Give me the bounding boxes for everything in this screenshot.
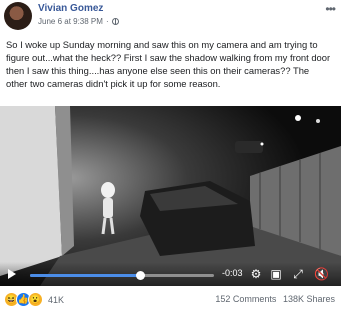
post-footer: 😆 👍 😮 41K 152 Comments 138K Shares [4, 290, 337, 310]
avatar[interactable] [4, 2, 32, 30]
settings-icon[interactable]: ⚙ [249, 267, 263, 281]
post-stats: 152 Comments 138K Shares [211, 294, 335, 304]
reaction-count[interactable]: 41K [48, 295, 64, 305]
fullscreen-icon[interactable]: ⤢ [291, 267, 305, 281]
video-frame [0, 106, 341, 286]
time-remaining: -0:03 [222, 268, 243, 278]
globe-icon [111, 18, 119, 25]
theater-icon[interactable]: ▣ [269, 267, 283, 281]
shares-count[interactable]: 138K Shares [283, 294, 335, 304]
volume-muted-icon[interactable]: 🔇 [314, 267, 329, 281]
post-meta: June 6 at 9:38 PM · [38, 17, 119, 26]
ellipsis-icon[interactable]: ••• [325, 2, 336, 16]
post-text: So I woke up Sunday morning and saw this… [6, 39, 331, 89]
video-controls: -0:03 ⚙ ▣ ⤢ 🔇 [0, 262, 341, 286]
wow-reaction-icon: 😮 [28, 292, 43, 307]
progress-bar[interactable] [30, 271, 214, 280]
reactions[interactable]: 😆 👍 😮 41K [4, 292, 64, 307]
post-timestamp[interactable]: June 6 at 9:38 PM [38, 17, 103, 26]
post-header: Vivian Gomez June 6 at 9:38 PM · ••• [4, 2, 337, 32]
video-player[interactable]: -0:03 ⚙ ▣ ⤢ 🔇 [0, 106, 341, 286]
comments-count[interactable]: 152 Comments [215, 294, 276, 304]
facebook-post: Vivian Gomez June 6 at 9:38 PM · ••• So … [0, 0, 341, 314]
progress-fill [30, 274, 141, 277]
play-icon[interactable] [8, 269, 16, 279]
progress-thumb[interactable] [136, 271, 146, 280]
author-name[interactable]: Vivian Gomez [38, 3, 103, 14]
